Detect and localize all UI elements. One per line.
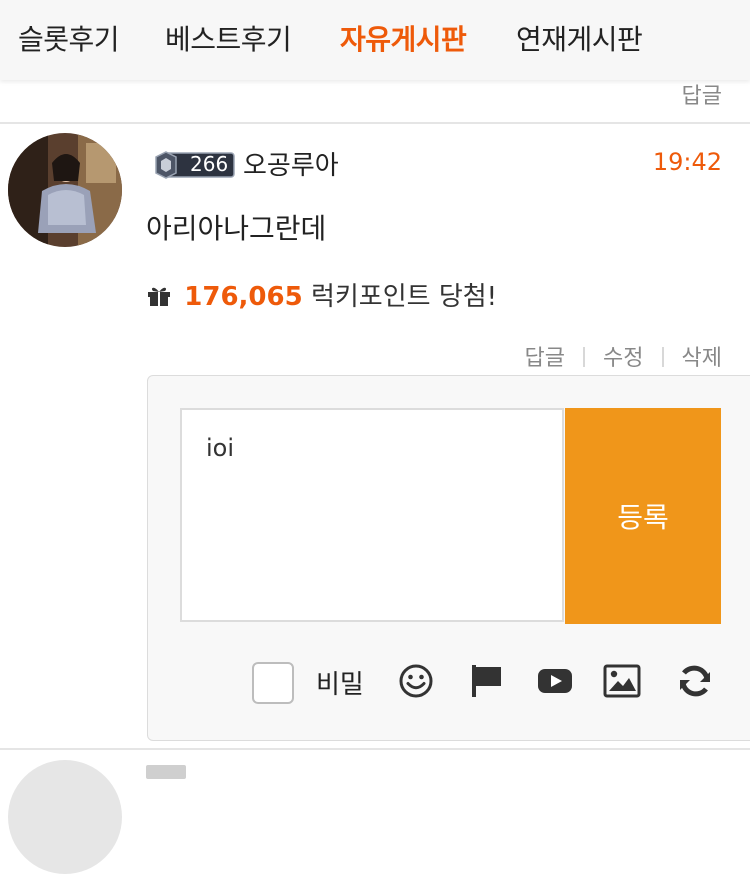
smile-icon[interactable] xyxy=(397,662,435,700)
comment-text: 아리아나그란데 xyxy=(146,212,327,245)
username[interactable]: 오공루아 xyxy=(243,145,339,182)
reply-input-value: ioi xyxy=(206,434,235,462)
secret-label[interactable]: 비밀 xyxy=(316,664,364,701)
reply-link-previous[interactable]: 답글 xyxy=(682,78,722,110)
tab-slot-reviews[interactable]: 슬롯후기 xyxy=(18,18,120,58)
youtube-icon[interactable] xyxy=(536,662,574,700)
board-tabs: 슬롯후기 베스트후기 자유게시판 연재게시판 xyxy=(0,0,750,80)
image-icon[interactable] xyxy=(603,662,641,700)
edit-button[interactable]: 수정 xyxy=(603,346,643,371)
reply-textarea[interactable]: ioi xyxy=(180,408,564,622)
refresh-icon[interactable] xyxy=(676,662,714,700)
divider xyxy=(0,122,750,124)
avatar[interactable] xyxy=(8,133,122,247)
next-comment-level-badge xyxy=(146,765,186,779)
avatar[interactable] xyxy=(8,760,122,874)
secret-checkbox[interactable] xyxy=(252,662,294,704)
divider xyxy=(0,748,750,750)
comment-time: 19:42 xyxy=(652,148,722,176)
level-number: 266 xyxy=(190,152,229,176)
submit-button[interactable]: 등록 xyxy=(565,408,721,624)
prize-points: 176,065 xyxy=(184,282,303,312)
delete-button[interactable]: 삭제 xyxy=(682,346,722,371)
separator xyxy=(583,347,586,367)
tab-serial-board[interactable]: 연재게시판 xyxy=(516,18,643,58)
prize-line: 176,065 럭키포인트 당첨! xyxy=(146,276,497,313)
flag-icon[interactable] xyxy=(468,662,506,700)
comment-actions: 답글 수정 삭제 xyxy=(525,340,722,372)
tab-best-reviews[interactable]: 베스트후기 xyxy=(165,18,292,58)
prize-text: 럭키포인트 당첨! xyxy=(310,282,498,312)
separator xyxy=(661,347,664,367)
gift-icon xyxy=(148,287,170,306)
reply-button[interactable]: 답글 xyxy=(525,346,565,371)
tab-free-board[interactable]: 자유게시판 xyxy=(340,18,467,58)
